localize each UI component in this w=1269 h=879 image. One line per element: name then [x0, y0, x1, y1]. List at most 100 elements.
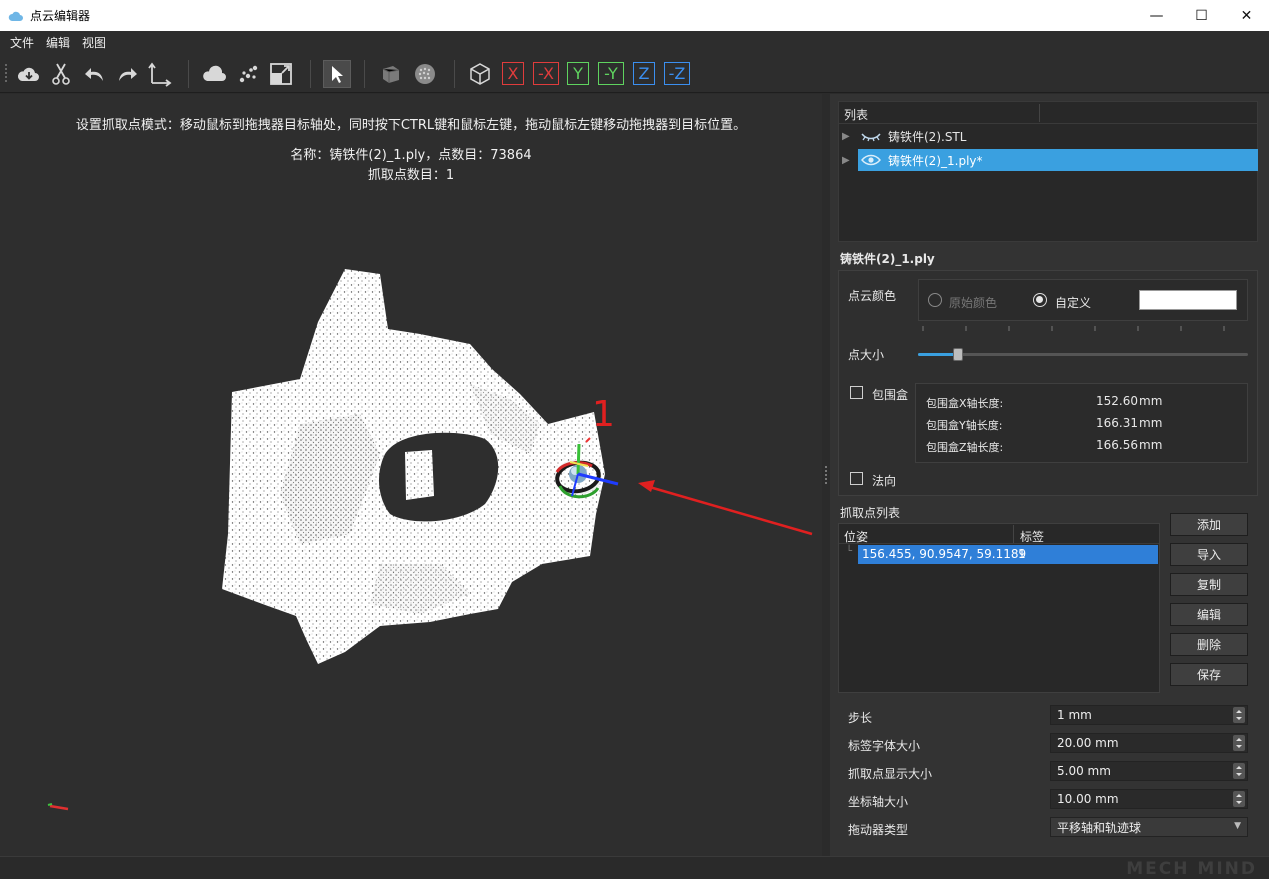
grasp-display-size-value: 5.00 mm	[1057, 764, 1111, 778]
point-cloud-model[interactable]	[0, 94, 822, 856]
menu-edit[interactable]: 编辑	[46, 34, 70, 51]
menu-bar: 文件 编辑 视图	[0, 31, 1269, 53]
bbox-label: 包围盒	[872, 388, 909, 402]
expand-arrow-icon[interactable]: ▶	[842, 155, 854, 166]
select-pointer-icon[interactable]	[323, 60, 351, 88]
bbox-checkbox[interactable]	[850, 386, 863, 399]
original-color-label: 原始颜色	[949, 296, 998, 310]
table-row[interactable]: 156.455, 90.9547, 59.1189 1	[858, 545, 1158, 564]
toolbar: X -X Y -Y Z -Z	[0, 53, 1269, 93]
window-title: 点云编辑器	[30, 9, 91, 23]
bbox-x-value: 152.60	[1096, 394, 1138, 408]
point-size-handle[interactable]	[952, 348, 963, 361]
original-color-radio[interactable]	[928, 293, 942, 307]
grasp-label-annotation: 1	[592, 394, 615, 435]
label-font-size-spinbox[interactable]: 20.00 mm	[1050, 733, 1248, 753]
list-item-label: 铸铁件(2)_1.ply*	[888, 153, 983, 168]
normal-label: 法向	[872, 474, 897, 488]
grasp-display-size-spinbox[interactable]: 5.00 mm	[1050, 761, 1248, 781]
cloud-app-icon	[8, 11, 23, 21]
eye-open-icon[interactable]	[860, 153, 882, 167]
pose-cell: 156.455, 90.9547, 59.1189	[862, 547, 1027, 561]
step-spinbox[interactable]: 1 mm	[1050, 705, 1248, 725]
point-cloud-viewport[interactable]: 设置抓取点模式：移动鼠标到拖拽器目标轴处，同时按下CTRL键和鼠标左键，拖动鼠标…	[0, 94, 822, 856]
dragger-type-select[interactable]: 平移轴和轨迹球 ▼	[1050, 817, 1248, 837]
normal-checkbox[interactable]	[850, 472, 863, 485]
bbox-x-unit: mm	[1139, 394, 1163, 408]
spin-arrows-icon[interactable]	[1233, 791, 1245, 807]
cloud-icon[interactable]	[202, 61, 228, 87]
axis-size-spinbox[interactable]: 10.00 mm	[1050, 789, 1248, 809]
undo-icon[interactable]	[82, 61, 108, 87]
tag-cell: 1	[1018, 547, 1026, 561]
view-z-button[interactable]: Z	[633, 62, 655, 85]
point-size-ticks	[922, 326, 1225, 331]
bbox-z-unit: mm	[1139, 438, 1163, 452]
view-y-button[interactable]: Y	[567, 62, 589, 85]
mesh-solid-icon[interactable]	[378, 61, 404, 87]
cube-view-icon[interactable]	[467, 61, 493, 87]
axes-icon[interactable]	[146, 61, 172, 87]
point-size-slider[interactable]	[918, 348, 1248, 361]
maximize-button[interactable]: ☐	[1179, 0, 1224, 31]
panel-splitter[interactable]	[822, 94, 830, 856]
bbox-z-label: 包围盒Z轴长度:	[926, 441, 1004, 454]
status-bar: MECH MIND	[0, 856, 1269, 879]
axis-size-label: 坐标轴大小	[848, 795, 909, 809]
object-list: 列表	[838, 101, 1258, 242]
minimize-button[interactable]: —	[1134, 0, 1179, 31]
sphere-points-icon[interactable]	[412, 61, 438, 87]
list-item-ply[interactable]: ▶ 铸铁件(2)_1.ply*	[842, 149, 1258, 171]
spin-arrows-icon[interactable]	[1233, 763, 1245, 779]
list-header: 列表	[844, 108, 869, 122]
axis-size-value: 10.00 mm	[1057, 792, 1119, 806]
toolbar-grip[interactable]	[5, 64, 9, 82]
view-x-button[interactable]: X	[502, 62, 524, 85]
cloud-download-icon[interactable]	[16, 61, 42, 87]
annotation-arrow	[645, 484, 813, 536]
delete-button[interactable]: 删除	[1170, 633, 1248, 656]
color-label: 点云颜色	[848, 289, 897, 303]
redo-icon[interactable]	[114, 61, 140, 87]
list-item-stl[interactable]: ▶ 铸铁件(2).STL	[842, 125, 1258, 147]
spin-arrows-icon[interactable]	[1233, 707, 1245, 723]
import-button[interactable]: 导入	[1170, 543, 1248, 566]
custom-color-label: 自定义	[1055, 296, 1092, 310]
menu-view[interactable]: 视图	[82, 34, 106, 51]
menu-file[interactable]: 文件	[10, 34, 34, 51]
label-font-size-value: 20.00 mm	[1057, 736, 1119, 750]
watermark-logo: MECH MIND	[1126, 859, 1257, 879]
step-value: 1 mm	[1057, 708, 1092, 722]
color-swatch[interactable]	[1139, 290, 1237, 310]
close-button[interactable]: ✕	[1224, 0, 1269, 31]
bbox-z-value: 166.56	[1096, 438, 1138, 452]
add-button[interactable]: 添加	[1170, 513, 1248, 536]
grasp-list-title: 抓取点列表	[840, 506, 901, 520]
list-item-label: 铸铁件(2).STL	[888, 129, 967, 144]
points-icon[interactable]	[236, 61, 262, 87]
bbox-y-label: 包围盒Y轴长度:	[926, 419, 1003, 432]
edit-button[interactable]: 编辑	[1170, 603, 1248, 626]
copy-button[interactable]: 复制	[1170, 573, 1248, 596]
spin-arrows-icon[interactable]	[1233, 735, 1245, 751]
chevron-down-icon[interactable]: ▼	[1234, 821, 1241, 831]
title-bar: 点云编辑器 — ☐ ✕	[0, 0, 1269, 31]
scissors-icon[interactable]	[48, 61, 74, 87]
dragger-type-value: 平移轴和轨迹球	[1057, 820, 1142, 835]
custom-color-radio[interactable]	[1033, 293, 1047, 307]
expand-arrow-icon[interactable]: ▶	[842, 131, 854, 142]
point-size-label: 点大小	[848, 348, 885, 362]
label-font-size-label: 标签字体大小	[848, 739, 921, 753]
bbox-y-unit: mm	[1139, 416, 1163, 430]
save-button[interactable]: 保存	[1170, 663, 1248, 686]
eye-closed-icon[interactable]	[860, 130, 882, 142]
bbox-y-value: 166.31	[1096, 416, 1138, 430]
fit-view-icon[interactable]	[268, 61, 294, 87]
view-neg-y-button[interactable]: -Y	[598, 62, 624, 85]
dragger-type-label: 拖动器类型	[848, 823, 909, 837]
grasp-display-size-label: 抓取点显示大小	[848, 767, 933, 781]
object-name-heading: 铸铁件(2)_1.ply	[840, 252, 935, 266]
bbox-x-label: 包围盒X轴长度:	[926, 397, 1004, 410]
view-neg-x-button[interactable]: -X	[533, 62, 559, 85]
view-neg-z-button[interactable]: -Z	[664, 62, 690, 85]
